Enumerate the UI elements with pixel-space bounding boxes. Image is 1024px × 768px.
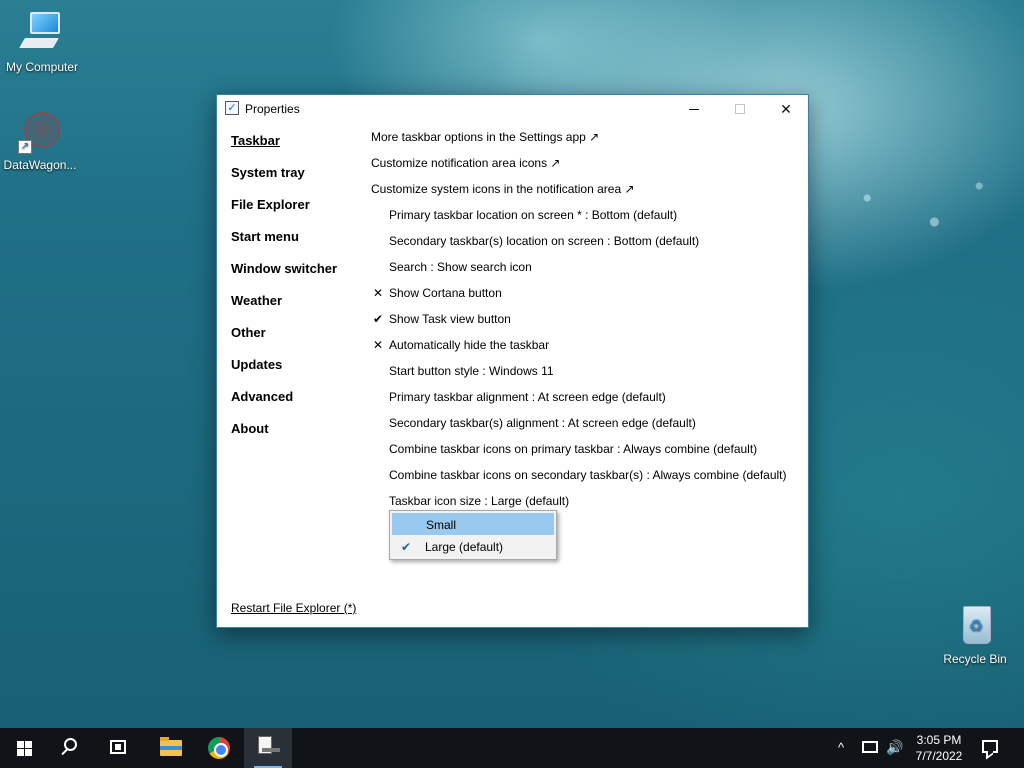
sidebar-item-system-tray[interactable]: System tray	[231, 165, 337, 197]
option-label: Secondary taskbar(s) location on screen …	[389, 234, 700, 248]
properties-app-icon	[258, 736, 280, 754]
dropdown-option-small[interactable]: Small	[392, 513, 554, 535]
search-option[interactable]: Search : Show search icon	[371, 259, 801, 285]
volume-icon[interactable]: 🔊	[886, 739, 903, 768]
dropdown-option-large[interactable]: ✔ Large (default)	[392, 536, 554, 558]
desktop-icon-label: My Computer	[5, 60, 79, 74]
file-explorer-taskbar-button[interactable]	[148, 728, 196, 768]
checkmark-icon: ✔	[401, 540, 412, 554]
sidebar-item-other[interactable]: Other	[231, 325, 337, 357]
option-label: Automatically hide the taskbar	[389, 338, 550, 352]
sidebar: Taskbar System tray File Explorer Start …	[231, 133, 337, 453]
desktop-icon-label: DataWagon...	[3, 158, 77, 172]
primary-taskbar-location-option[interactable]: Primary taskbar location on screen * : B…	[371, 207, 801, 233]
computer-icon	[18, 10, 66, 58]
chrome-taskbar-button[interactable]	[196, 728, 244, 768]
folder-icon	[160, 737, 182, 756]
sidebar-item-start-menu[interactable]: Start menu	[231, 229, 337, 261]
maximize-icon	[735, 104, 745, 114]
datawagon-icon: ↗	[16, 108, 64, 156]
option-label: Show Cortana button	[389, 286, 502, 300]
clock-date: 7/7/2022	[915, 749, 963, 763]
secondary-taskbar-alignment-option[interactable]: Secondary taskbar(s) alignment : At scre…	[371, 415, 801, 441]
option-label: Search : Show search icon	[389, 260, 532, 274]
wallpaper-bubbles	[800, 150, 1024, 270]
combine-primary-option[interactable]: Combine taskbar icons on primary taskbar…	[371, 441, 801, 467]
sidebar-item-about[interactable]: About	[231, 421, 337, 453]
recycle-bin-icon	[951, 602, 999, 650]
properties-taskbar-button[interactable]	[244, 728, 292, 768]
properties-app-icon: ✓	[225, 101, 239, 115]
task-view-icon	[110, 740, 126, 754]
network-icon[interactable]	[862, 741, 878, 753]
option-label: Primary taskbar alignment : At screen ed…	[389, 390, 666, 404]
primary-taskbar-alignment-option[interactable]: Primary taskbar alignment : At screen ed…	[371, 389, 801, 415]
sidebar-item-advanced[interactable]: Advanced	[231, 389, 337, 421]
sidebar-item-file-explorer[interactable]: File Explorer	[231, 197, 337, 229]
dropdown-option-label: Small	[426, 518, 457, 532]
secondary-taskbar-location-option[interactable]: Secondary taskbar(s) location on screen …	[371, 233, 801, 259]
start-button[interactable]	[0, 728, 48, 768]
settings-list: More taskbar options in the Settings app…	[371, 129, 801, 519]
close-button[interactable]: ✕	[763, 95, 809, 124]
option-label: Start button style : Windows 11	[389, 364, 554, 378]
desktop-icon-label: Recycle Bin	[943, 652, 1007, 666]
minimize-icon	[689, 109, 699, 110]
option-label: Taskbar icon size : Large (default)	[389, 494, 570, 508]
restart-file-explorer-link[interactable]: Restart File Explorer (*)	[231, 601, 356, 615]
settings-app-link[interactable]: More taskbar options in the Settings app…	[371, 129, 801, 155]
unchecked-x-icon: ✕	[373, 338, 384, 352]
notification-center-icon[interactable]	[982, 740, 998, 753]
minimize-button[interactable]	[671, 95, 717, 124]
desktop-icon-my-computer[interactable]: My Computer	[0, 10, 84, 74]
show-hidden-icons-chevron-icon[interactable]: ^	[838, 740, 856, 768]
auto-hide-taskbar-toggle[interactable]: ✕ Automatically hide the taskbar	[371, 337, 801, 363]
option-label: Combine taskbar icons on primary taskbar…	[389, 442, 758, 456]
option-label: Show Task view button	[389, 312, 511, 326]
task-view-button[interactable]	[96, 728, 144, 768]
search-button[interactable]	[48, 728, 96, 768]
desktop-icon-recycle-bin[interactable]: Recycle Bin	[933, 602, 1017, 666]
unchecked-x-icon: ✕	[373, 286, 384, 300]
sidebar-item-updates[interactable]: Updates	[231, 357, 337, 389]
sidebar-item-taskbar[interactable]: Taskbar	[231, 133, 337, 165]
task-view-button-toggle[interactable]: ✔ Show Task view button	[371, 311, 801, 337]
option-label: Combine taskbar icons on secondary taskb…	[389, 468, 787, 482]
start-button-style-option[interactable]: Start button style : Windows 11	[371, 363, 801, 389]
taskbar-clock[interactable]: 3:05 PM 7/7/2022	[910, 732, 968, 764]
icon-size-dropdown: Small ✔ Large (default)	[389, 510, 557, 560]
close-icon: ✕	[780, 101, 792, 117]
taskbar: ^ 🔊 3:05 PM 7/7/2022	[0, 728, 1024, 768]
combine-secondary-option[interactable]: Combine taskbar icons on secondary taskb…	[371, 467, 801, 493]
option-label: Secondary taskbar(s) alignment : At scre…	[389, 416, 696, 430]
dropdown-option-label: Large (default)	[425, 540, 504, 554]
clock-time: 3:05 PM	[916, 733, 962, 747]
system-icons-link[interactable]: Customize system icons in the notificati…	[371, 181, 801, 207]
cortana-button-toggle[interactable]: ✕ Show Cortana button	[371, 285, 801, 311]
windows-logo-icon	[17, 741, 32, 756]
sidebar-item-window-switcher[interactable]: Window switcher	[231, 261, 337, 293]
maximize-button[interactable]	[717, 95, 763, 124]
desktop-icon-datawagon[interactable]: ↗ DataWagon...	[0, 108, 82, 172]
sidebar-item-weather[interactable]: Weather	[231, 293, 337, 325]
checkmark-icon: ✔	[373, 312, 384, 326]
notification-icons-link[interactable]: Customize notification area icons ↗	[371, 155, 801, 181]
window-title: Properties	[245, 102, 300, 116]
title-bar[interactable]: ✓ Properties ✕	[217, 95, 808, 124]
option-label: Primary taskbar location on screen * : B…	[389, 208, 678, 222]
search-icon	[64, 738, 77, 751]
chrome-icon	[208, 737, 230, 759]
